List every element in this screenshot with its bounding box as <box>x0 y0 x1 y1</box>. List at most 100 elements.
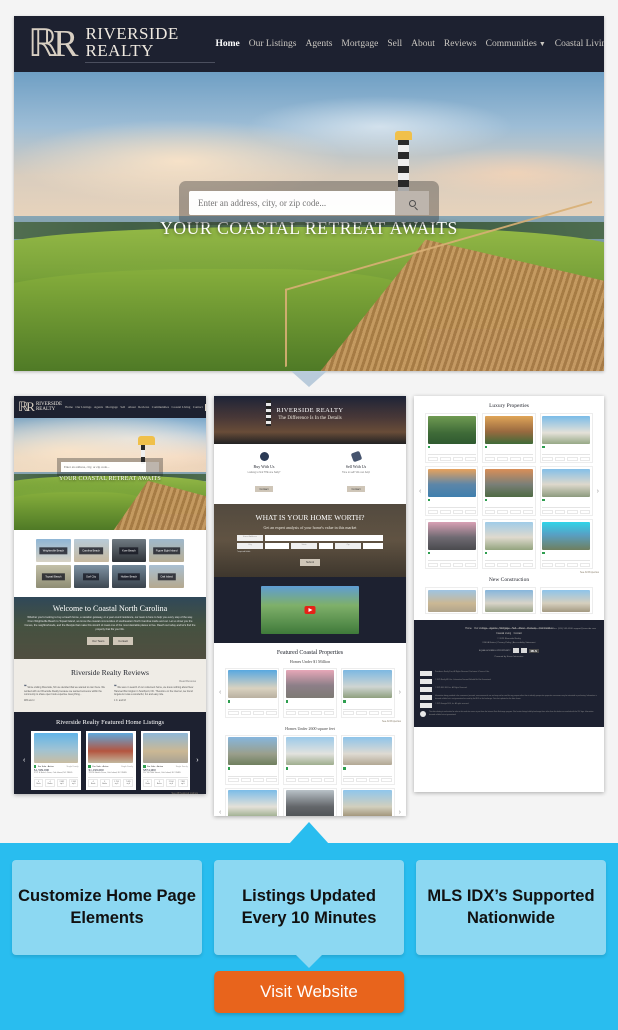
nav-item-about[interactable]: About <box>128 405 136 409</box>
street-address-input[interactable] <box>264 534 384 541</box>
nav-item-sell[interactable]: Sell <box>120 405 125 409</box>
footer-nav-home[interactable]: Home <box>465 627 471 630</box>
property-card[interactable] <box>539 587 593 614</box>
footer-nav-coastal-living[interactable]: Coastal Living <box>496 632 511 635</box>
luxury-properties-section: Luxury Properties ‹ › ‹ › ‹ <box>414 396 604 614</box>
read-reviews-link[interactable]: Read Reviews <box>24 680 196 683</box>
property-card[interactable] <box>225 734 280 785</box>
preview-homepage[interactable]: ℝR RIVERSIDE REALTY Home Our Listings Ag… <box>14 396 206 794</box>
featured-coastal-properties-section: Featured Coastal Properties Homes Under … <box>214 642 406 816</box>
carousel-next-button[interactable]: › <box>597 488 599 495</box>
community-tile[interactable]: Carolina Beach <box>73 539 109 562</box>
video-thumbnail[interactable] <box>261 585 359 634</box>
nav-item-reviews[interactable]: Reviews <box>138 405 149 409</box>
preview-luxury-page[interactable]: Luxury Properties ‹ › ‹ › ‹ <box>414 396 604 792</box>
hero-search-bar[interactable] <box>189 191 429 215</box>
property-card[interactable] <box>340 787 395 816</box>
search-input[interactable] <box>189 191 395 215</box>
property-card[interactable] <box>225 667 280 718</box>
state-input[interactable] <box>319 542 334 549</box>
carousel-prev-button[interactable]: ‹ <box>22 757 26 764</box>
community-tile[interactable]: Topsail Beach <box>36 565 71 588</box>
nav-item-home[interactable]: Home <box>215 39 239 49</box>
property-card[interactable] <box>425 413 479 463</box>
valuation-submit-button[interactable]: Submit <box>299 558 321 566</box>
review-author: Will and J. <box>24 699 36 703</box>
nav-item-agents[interactable]: Agents <box>306 39 333 49</box>
property-photo <box>285 737 335 765</box>
hero-photo: YOUR COASTAL RETREAT AWAITS <box>14 72 604 371</box>
carousel-next-button[interactable]: › <box>399 689 401 696</box>
property-card[interactable] <box>225 787 280 816</box>
listing-baths: 3 Baths <box>154 779 165 788</box>
visit-website-button[interactable]: Visit Website <box>214 971 404 1013</box>
nav-item-reviews[interactable]: Reviews <box>444 39 477 49</box>
property-card[interactable] <box>539 519 593 569</box>
see-all-properties-link[interactable]: See All Properties <box>419 571 599 574</box>
listing-card[interactable]: For Sale - Active Single Family $1,599,00… <box>31 730 81 790</box>
play-button-icon[interactable] <box>304 605 316 614</box>
see-all-listings-link[interactable]: See All Featured Listings <box>22 792 198 794</box>
nav-item-our-listings[interactable]: Our Listings <box>249 39 297 49</box>
nav-item-communities[interactable]: Communities <box>152 405 169 409</box>
preview-details-page[interactable]: RIVERSIDE REALTY The Difference Is In th… <box>214 396 406 816</box>
review-item: ❝ Since visiting Riverside, NC we decide… <box>24 685 106 703</box>
property-card[interactable] <box>425 587 479 614</box>
carousel-next-button[interactable]: › <box>399 809 401 816</box>
property-card[interactable] <box>482 519 536 569</box>
sell-contact-button[interactable]: Contact <box>346 486 366 492</box>
property-photo <box>542 415 591 444</box>
carousel-prev-button[interactable]: ‹ <box>419 488 421 495</box>
nav-item-coastal-living[interactable]: Coastal Living <box>171 405 190 409</box>
search-button[interactable] <box>146 462 159 472</box>
property-card[interactable] <box>340 667 395 718</box>
property-card[interactable] <box>425 466 479 516</box>
nav-item-coastal-living[interactable]: Coastal Living▼ <box>555 39 604 49</box>
property-card[interactable] <box>283 734 337 785</box>
property-card[interactable] <box>482 466 536 516</box>
nav-item-mortgage[interactable]: Mortgage <box>105 405 117 409</box>
footer-legal-links[interactable]: DMCA Notice | Privacy Policy | Accessibi… <box>420 642 598 646</box>
nav-item-mortgage[interactable]: Mortgage <box>341 39 378 49</box>
community-tile[interactable]: Oak Island <box>149 565 184 588</box>
nav-item-sell[interactable]: Sell <box>387 39 402 49</box>
search-button[interactable] <box>395 191 429 215</box>
zip-input[interactable] <box>363 542 384 549</box>
property-card[interactable] <box>482 413 536 463</box>
property-card[interactable] <box>425 519 479 569</box>
property-card[interactable] <box>539 413 593 463</box>
carousel-prev-button[interactable]: ‹ <box>219 809 221 816</box>
nav-item-our-listings[interactable]: Our Listings <box>75 405 91 409</box>
our-team-button[interactable]: Our Team <box>87 637 110 646</box>
carousel-prev-button[interactable]: ‹ <box>219 689 221 696</box>
property-card[interactable] <box>283 667 337 718</box>
nav-item-home[interactable]: Home <box>65 405 73 409</box>
community-tile[interactable]: Wrightsville Beach <box>36 539 71 562</box>
login-button[interactable]: Login <box>205 403 206 411</box>
contact-button[interactable]: Contact <box>113 637 133 646</box>
valuation-form: Street Address City State Zip *required … <box>222 534 398 566</box>
community-tile[interactable]: Figure Eight Island <box>149 539 184 562</box>
site-logo[interactable]: ℝR RIVERSIDE REALTY <box>28 25 216 63</box>
listing-baths: 4 Baths <box>45 779 55 788</box>
buy-contact-button[interactable]: Contact <box>254 486 274 492</box>
property-card[interactable] <box>482 587 536 614</box>
listing-type: Single Family <box>121 765 134 768</box>
community-tile[interactable]: Kure Beach <box>111 539 147 562</box>
see-all-properties-link[interactable]: See All Properties <box>219 720 401 723</box>
community-tile[interactable]: Holden Beach <box>111 565 147 588</box>
city-input[interactable] <box>264 542 290 549</box>
property-card[interactable] <box>539 466 593 516</box>
search-input[interactable]: Enter an address, city, or zip code... <box>61 462 159 472</box>
footer-nav-contact[interactable]: Contact <box>514 632 522 635</box>
listing-card[interactable]: For Sale - Active Single Family $874,900 … <box>140 730 191 790</box>
nav-item-communities[interactable]: Communities ▼ <box>486 39 546 49</box>
nav-item-about[interactable]: About <box>411 39 435 49</box>
property-card[interactable] <box>340 734 395 785</box>
nav-item-contact[interactable]: Contact <box>193 405 203 409</box>
nav-item-agents[interactable]: Agents <box>94 405 103 409</box>
listing-card[interactable]: For Sale - Active Single Family $1,199,00… <box>85 730 136 790</box>
carousel-next-button[interactable]: › <box>195 757 199 764</box>
community-tile[interactable]: Surf City <box>73 565 109 588</box>
property-card[interactable] <box>283 787 337 816</box>
